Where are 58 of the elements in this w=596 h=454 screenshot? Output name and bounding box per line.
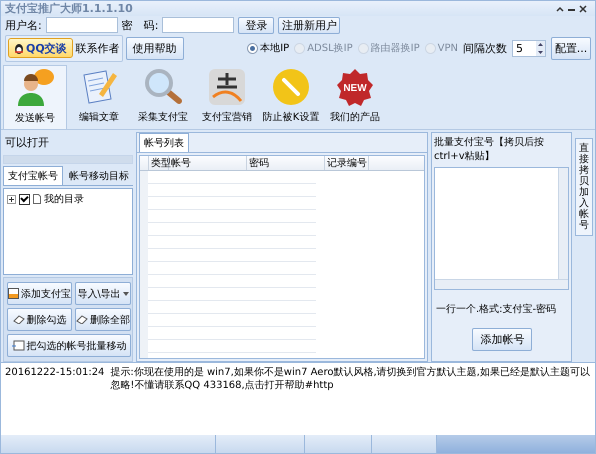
horizontal-scrollbar[interactable] xyxy=(435,279,568,289)
dropdown-icon xyxy=(122,292,129,296)
username-label: 用户名: xyxy=(5,18,42,32)
column-header[interactable]: 帐号 xyxy=(169,156,247,170)
person-speech-icon xyxy=(15,68,55,108)
collapse-icon[interactable] xyxy=(556,6,564,12)
login-button[interactable]: 登录 xyxy=(238,16,274,34)
main-tab[interactable]: 采集支付宝 xyxy=(131,65,195,129)
main-tab[interactable]: NEW 我们的产品 xyxy=(323,65,387,129)
add-account-button[interactable]: 添加帐号 xyxy=(472,328,532,351)
panel-tab[interactable]: 帐号移动目标 xyxy=(65,167,133,185)
batch-input-field[interactable] xyxy=(434,167,569,290)
main-tab[interactable]: 编辑文章 xyxy=(67,65,131,129)
file-icon xyxy=(33,194,41,204)
format-hint: 一行一个.格式:支付宝-密码 xyxy=(435,302,558,317)
column-header[interactable]: 密码 xyxy=(247,156,325,170)
column-header[interactable]: 记录编号 xyxy=(325,156,369,170)
expand-icon[interactable] xyxy=(7,194,16,204)
status-label: 可以打开 xyxy=(4,135,50,151)
interval-label: 间隔次数 xyxy=(463,40,507,56)
penguin-icon xyxy=(14,42,24,54)
action-button[interactable]: 添加支付宝 xyxy=(7,282,72,305)
tree-item[interactable]: 我的目录 xyxy=(44,192,84,206)
column-header[interactable]: 类型 xyxy=(149,156,169,170)
batch-input-label: 批量支付宝号【拷贝后按ctrl+v粘贴】 xyxy=(434,136,545,163)
eraser-icon xyxy=(76,315,88,324)
magnifier-icon xyxy=(143,67,183,107)
side-tab[interactable]: 直接拷贝加入帐号 xyxy=(575,138,593,236)
new-badge-icon: NEW xyxy=(335,67,375,107)
panel-tab[interactable]: 帐号列表 xyxy=(139,133,189,152)
password-label: 密 码: xyxy=(122,18,158,32)
help-button[interactable]: 使用帮助 xyxy=(126,36,184,60)
logo-icon xyxy=(207,67,247,107)
panel-tab[interactable]: 支付宝帐号 xyxy=(3,166,63,185)
action-button[interactable]: 导入\导出 xyxy=(75,282,131,305)
close-icon[interactable] xyxy=(579,4,587,12)
log-message: 提示:你现在使用的是 win7,如果你不是win7 Aero默认风格,请切换到官方默认主题,如果已经是默认主题可以忽略!不懂请联系QQ 433168,点击打开帮助#http xyxy=(110,366,591,392)
vertical-scrollbar[interactable] xyxy=(558,168,568,279)
register-button[interactable]: 注册新用户 xyxy=(278,16,340,34)
password-field[interactable] xyxy=(162,17,234,33)
main-tab[interactable]: 支付宝营销 xyxy=(195,65,259,129)
qq-chat-button[interactable]: QQ交谈 xyxy=(8,38,73,58)
spin-arrows-icon[interactable] xyxy=(536,40,545,56)
minimize-icon[interactable] xyxy=(568,6,575,10)
config-button[interactable]: 配置... xyxy=(551,36,591,60)
ip-mode-radio[interactable]: 本地IP xyxy=(247,41,290,55)
eraser-icon xyxy=(12,315,24,324)
action-button[interactable]: 把勾选的帐号批量移动 xyxy=(7,334,131,357)
main-tab[interactable]: 发送帐号 xyxy=(3,65,67,129)
contact-author-label: 联系作者 xyxy=(76,40,120,56)
log-time: 20161222-15:01:24 xyxy=(5,366,104,379)
action-button[interactable]: 删除全部 xyxy=(75,308,131,331)
interval-spinbox[interactable]: 5 xyxy=(512,40,546,56)
tree-checkbox[interactable] xyxy=(19,194,30,204)
action-button[interactable]: 删除勾选 xyxy=(7,308,72,331)
username-field[interactable] xyxy=(46,17,118,33)
window-title: 支付宝推广大师1.1.1.10 xyxy=(5,1,133,16)
main-tab[interactable]: 防止被K设置 xyxy=(259,65,323,129)
